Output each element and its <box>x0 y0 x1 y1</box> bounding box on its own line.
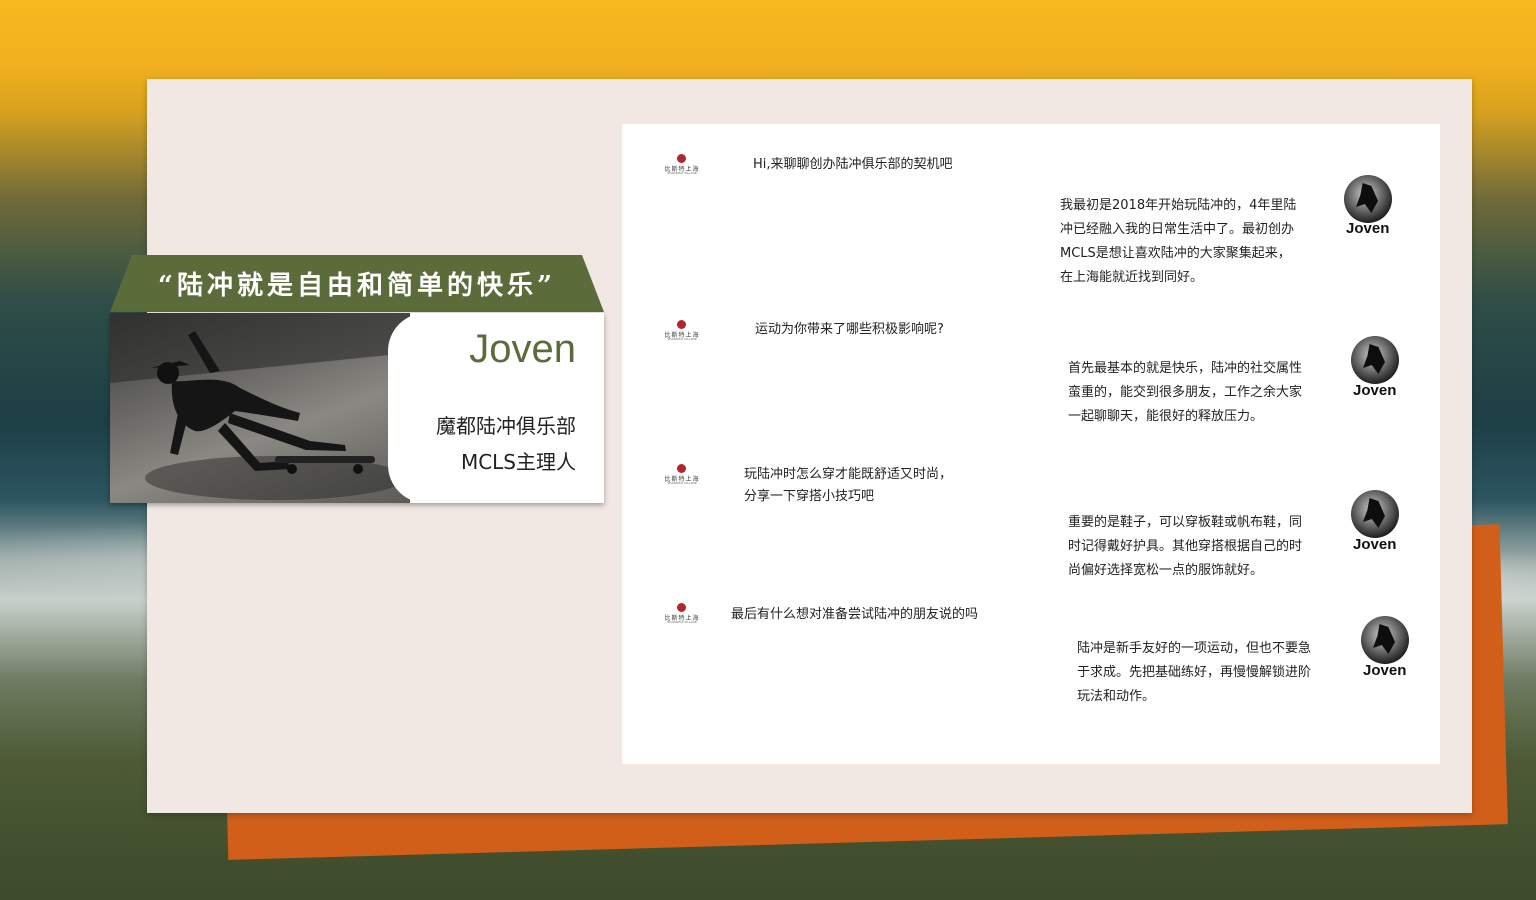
profile-title: MCLS主理人 <box>460 450 576 474</box>
brand-logo: 比斯特上海 SHANGHAI VILLAGE <box>660 154 704 176</box>
avatar-label: Joven <box>1363 662 1407 679</box>
question-3: 玩陆冲时怎么穿才能既舒适又时尚， 分享一下穿搭小技巧吧 <box>744 467 953 504</box>
profile-card: Joven 魔都陆冲俱乐部 MCLS主理人 <box>110 313 604 503</box>
answer-2: 首先最基本的就是快乐，陆冲的社交属性 蛮重的，能交到很多朋友，工作之余大家 一起… <box>1068 361 1303 424</box>
brand-mark-icon <box>677 154 686 163</box>
brand-logo: 比斯特上海 SHANGHAI VILLAGE <box>660 320 704 342</box>
brand-logo: 比斯特上海 SHANGHAI VILLAGE <box>660 464 704 486</box>
brand-mark-icon <box>677 603 686 612</box>
answer-3: 重要的是鞋子，可以穿板鞋或帆布鞋，同 时记得戴好护具。其他穿搭根据自己的时 尚偏… <box>1068 515 1303 578</box>
question-2: 运动为你带来了哪些积极影响呢? <box>755 322 944 337</box>
avatar-label: Joven <box>1346 220 1390 237</box>
avatar-label: Joven <box>1353 382 1397 399</box>
brand-mark-icon <box>677 464 686 473</box>
profile-name: Joven <box>469 327 576 371</box>
avatar <box>1351 490 1399 538</box>
skateboarder-photo <box>110 313 410 503</box>
avatar-label: Joven <box>1353 536 1397 553</box>
brand-logo: 比斯特上海 SHANGHAI VILLAGE <box>660 603 704 625</box>
quote-text: “陆冲就是自由和简单的快乐” <box>158 271 556 301</box>
question-4: 最后有什么想对准备尝试陆冲的朋友说的吗 <box>731 607 979 622</box>
answer-4: 陆冲是新手友好的一项运动，但也不要急 于求成。先把基础练好，再慢慢解锁进阶 玩法… <box>1077 641 1312 704</box>
answer-1: 我最初是2018年开始玩陆冲的，4年里陆 冲已经融入我的日常生活中了。最初创办 … <box>1060 198 1297 285</box>
quote-banner: “陆冲就是自由和简单的快乐” <box>110 255 604 312</box>
avatar <box>1361 616 1409 664</box>
avatar <box>1351 336 1399 384</box>
chat-panel: 比斯特上海 SHANGHAI VILLAGE Hi,来聊聊创办陆冲俱乐部的契机吧… <box>622 124 1440 764</box>
question-1: Hi,来聊聊创办陆冲俱乐部的契机吧 <box>753 157 953 172</box>
brand-mark-icon <box>677 320 686 329</box>
skater-silhouette <box>110 313 410 500</box>
avatar <box>1344 175 1392 223</box>
profile-info: Joven 魔都陆冲俱乐部 MCLS主理人 <box>388 313 604 503</box>
profile-club: 魔都陆冲俱乐部 <box>436 414 576 438</box>
